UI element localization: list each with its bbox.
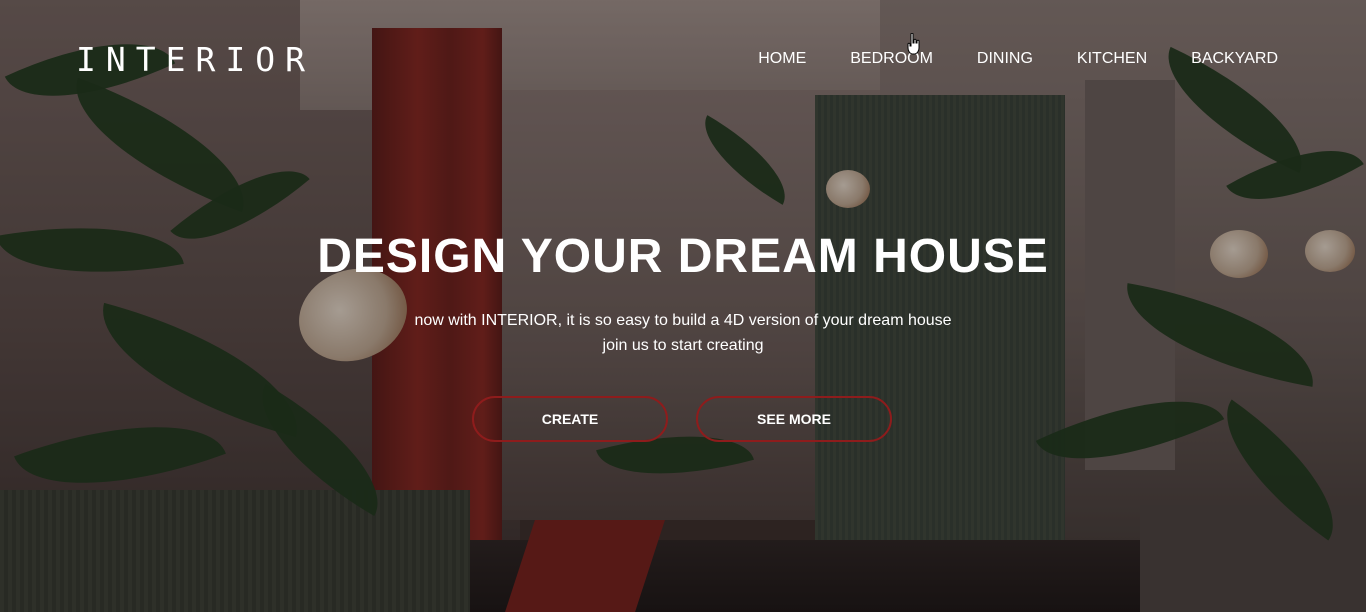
site-logo[interactable]: INTERIOR bbox=[76, 40, 315, 80]
nav-item-dining[interactable]: DINING bbox=[977, 48, 1033, 70]
site-header: INTERIOR HOME BEDROOM DINING KITCHEN BAC… bbox=[0, 0, 1366, 110]
nav-item-home[interactable]: HOME bbox=[758, 48, 806, 70]
hero-subtitle-line2: join us to start creating bbox=[602, 337, 764, 354]
nav-item-kitchen[interactable]: KITCHEN bbox=[1077, 48, 1147, 70]
hero-content: DESIGN YOUR DREAM HOUSE now with INTERIO… bbox=[0, 228, 1366, 358]
see-more-button[interactable]: SEE MORE bbox=[696, 396, 892, 442]
hero-subtitle: now with INTERIOR, it is so easy to buil… bbox=[0, 308, 1366, 358]
hero-subtitle-line1: now with INTERIOR, it is so easy to buil… bbox=[414, 312, 952, 329]
nav-item-backyard[interactable]: BACKYARD bbox=[1191, 48, 1278, 70]
hero-title: DESIGN YOUR DREAM HOUSE bbox=[317, 230, 1049, 283]
hero-section: INTERIOR HOME BEDROOM DINING KITCHEN BAC… bbox=[0, 0, 1366, 612]
main-nav: HOME BEDROOM DINING KITCHEN BACKYARD bbox=[714, 48, 1278, 70]
create-button[interactable]: CREATE bbox=[472, 396, 668, 442]
hand-pointer-icon bbox=[907, 33, 920, 55]
